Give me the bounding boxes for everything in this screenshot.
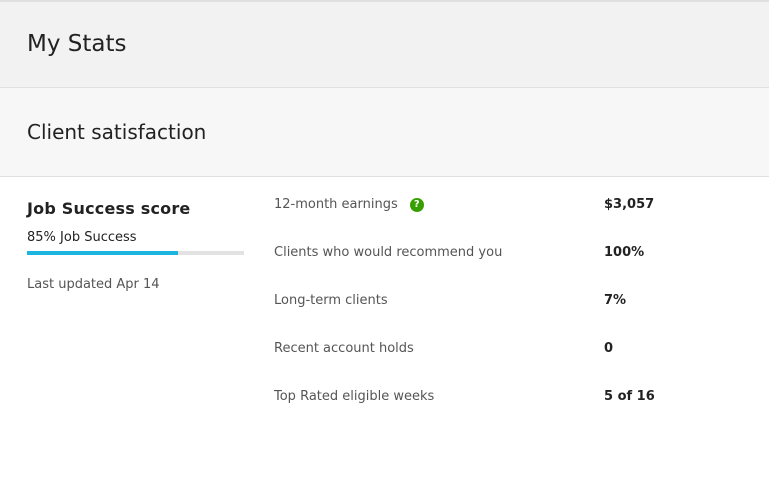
job-success-title: Job Success score	[27, 199, 191, 218]
stat-row-account-holds: Recent account holds 0	[274, 340, 744, 388]
stat-value: 100%	[604, 245, 645, 260]
job-success-progress-fill	[27, 251, 179, 255]
stat-row-long-term: Long-term clients 7%	[274, 292, 744, 340]
job-success-panel: Job Success score 85% Job Success Last u…	[27, 198, 244, 293]
stats-page: My Stats Client satisfaction Job Success…	[0, 0, 769, 499]
job-success-progress-bar	[27, 251, 244, 255]
question-circle-icon[interactable]: ?	[409, 198, 424, 212]
job-success-label: 85% Job Success	[27, 230, 137, 245]
stat-value: $3,057	[604, 197, 655, 212]
stat-row-top-rated: Top Rated eligible weeks 5 of 16	[274, 388, 744, 436]
section-title: Client satisfaction	[27, 120, 207, 144]
page-title: My Stats	[27, 31, 127, 57]
section-header: Client satisfaction	[0, 88, 769, 177]
stat-value: 0	[604, 341, 614, 356]
stat-value: 7%	[604, 293, 627, 308]
stat-label: 12-month earnings?	[274, 196, 424, 214]
stat-label: Clients who would recommend you	[274, 245, 503, 260]
stat-label: Top Rated eligible weeks	[274, 389, 435, 404]
stat-label: Recent account holds	[274, 341, 414, 356]
stat-row-recommend: Clients who would recommend you 100%	[274, 244, 744, 292]
stat-value: 5 of 16	[604, 389, 655, 404]
stats-list: 12-month earnings? $3,057 Clients who wo…	[274, 196, 744, 436]
stat-label-text: 12-month earnings	[274, 197, 398, 212]
stat-label: Long-term clients	[274, 293, 388, 308]
stat-row-earnings: 12-month earnings? $3,057	[274, 196, 744, 244]
page-header: My Stats	[0, 0, 769, 88]
last-updated-text: Last updated Apr 14	[27, 277, 160, 292]
